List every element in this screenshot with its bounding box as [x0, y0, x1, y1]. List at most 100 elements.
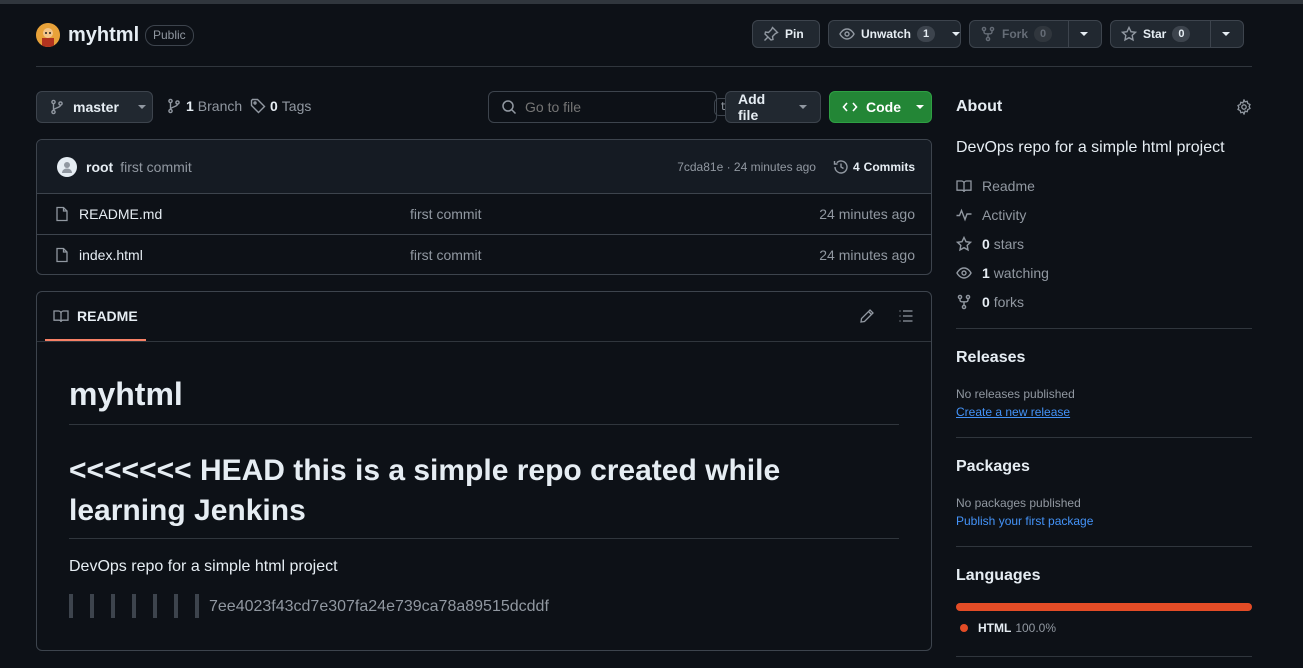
file-commit-message[interactable]: first commit [410, 206, 482, 222]
code-button[interactable]: Code [829, 91, 932, 123]
sidebar-divider [956, 328, 1252, 329]
tags-label: Tags [281, 98, 312, 114]
add-file-button[interactable]: Add file [725, 91, 821, 123]
caret-down-icon [1221, 29, 1231, 39]
caret-down-icon [915, 102, 925, 112]
sidebar-divider [956, 656, 1252, 657]
tag-icon [250, 98, 266, 114]
caret-down-icon [1079, 29, 1089, 39]
history-icon [833, 159, 849, 175]
star-icon [1121, 26, 1137, 42]
pulse-icon [956, 207, 972, 223]
releases-title[interactable]: Releases [956, 349, 1025, 367]
unwatch-dropdown[interactable] [943, 21, 969, 47]
star-count: 0 [1172, 26, 1191, 42]
sidebar-divider [956, 437, 1252, 438]
file-commit-message[interactable]: first commit [410, 247, 482, 263]
branches-count: 1 [186, 98, 194, 114]
language-bar [956, 603, 1252, 611]
language-dot [960, 624, 968, 632]
gear-icon[interactable] [1236, 99, 1252, 115]
about-description: DevOps repo for a simple html project [956, 139, 1225, 156]
star-button[interactable]: Star 0 [1110, 20, 1244, 48]
watching-count: 1 [982, 265, 990, 281]
file-row[interactable]: README.md first commit 24 minutes ago [37, 193, 931, 234]
readme-link[interactable]: Readme [956, 178, 1035, 194]
commits-label: Commits [863, 159, 915, 174]
readme-panel: README myhtml <<<<<<< HEAD this is a sim… [36, 291, 932, 651]
commit-hash-time[interactable]: 7cda81e · 24 minutes ago [677, 160, 816, 174]
file-time: 24 minutes ago [819, 247, 915, 263]
forks-count: 0 [982, 294, 990, 310]
commits-link[interactable]: 4 Commits [833, 159, 915, 175]
commit-author-avatar[interactable] [57, 156, 77, 177]
latest-commit-bar: root first commit 7cda81e · 24 minutes a… [37, 140, 931, 193]
activity-link-label: Activity [982, 207, 1027, 223]
tags-link[interactable]: 0 Tags [250, 98, 311, 114]
book-icon [53, 308, 69, 324]
readme-heading-2: <<<<<<< HEAD this is a simple repo creat… [69, 454, 781, 527]
watching-label: watching [993, 265, 1049, 281]
unwatch-label: Unwatch [861, 27, 912, 41]
star-label: Star [1143, 27, 1167, 41]
fork-dropdown[interactable] [1069, 21, 1099, 47]
readme-tab[interactable]: README [45, 292, 146, 341]
search-input[interactable] [525, 99, 706, 115]
unwatch-button[interactable]: Unwatch 1 [828, 20, 961, 48]
eye-icon [839, 26, 855, 42]
language-percent: 100.0% [1015, 621, 1057, 635]
file-icon [54, 206, 70, 222]
code-label: Code [866, 99, 901, 115]
git-branch-icon [166, 98, 182, 114]
stars-count: 0 [982, 236, 990, 252]
branches-link[interactable]: 1 Branch [166, 98, 242, 114]
branch-selector[interactable]: master [36, 91, 153, 123]
file-table: root first commit 7cda81e · 24 minutes a… [36, 139, 932, 275]
language-name: HTML [978, 621, 1012, 635]
pin-icon [763, 26, 779, 42]
branches-label: Branch [197, 98, 243, 114]
watching-link[interactable]: 1 watching [956, 265, 1049, 281]
file-icon [54, 247, 70, 263]
tags-count: 0 [270, 98, 278, 114]
commit-message[interactable]: first commit [120, 159, 192, 175]
heading-underline [69, 424, 899, 425]
readme-hash: 7ee4023f43cd7e307fa24e739ca78a89515dcddf [209, 598, 549, 615]
watch-count: 1 [917, 26, 936, 42]
readme-link-label: Readme [982, 178, 1035, 194]
header-divider [36, 66, 1252, 67]
stars-link[interactable]: 0 stars [956, 236, 1024, 252]
visibility-badge: Public [145, 25, 194, 46]
file-row[interactable]: index.html first commit 24 minutes ago [37, 234, 931, 274]
readme-paragraph: DevOps repo for a simple html project [69, 558, 338, 575]
forks-label: forks [993, 294, 1025, 310]
pin-button[interactable]: Pin [752, 20, 820, 48]
readme-tab-label: README [77, 307, 138, 324]
commit-author[interactable]: root [86, 159, 113, 175]
outline-list-icon[interactable] [898, 308, 914, 324]
edit-pencil-icon[interactable] [859, 308, 875, 324]
fork-button[interactable]: Fork 0 [969, 20, 1102, 48]
language-bar-html [956, 603, 1252, 611]
publish-package-link[interactable]: Publish your first package [956, 514, 1093, 528]
git-branch-icon [49, 99, 65, 115]
activity-link[interactable]: Activity [956, 207, 1026, 223]
search-icon [501, 99, 517, 115]
branch-name: master [73, 99, 119, 115]
heading-underline [69, 538, 899, 539]
caret-down-icon [137, 102, 147, 112]
forks-link[interactable]: 0 forks [956, 294, 1024, 310]
create-release-link[interactable]: Create a new release [956, 405, 1070, 419]
repo-name[interactable]: myhtml [68, 24, 139, 47]
fork-label: Fork [1002, 27, 1029, 41]
file-name[interactable]: README.md [79, 206, 162, 222]
go-to-file-search[interactable]: t [488, 91, 734, 123]
star-dropdown[interactable] [1211, 21, 1241, 47]
packages-title[interactable]: Packages [956, 458, 1030, 476]
releases-empty: No releases published [956, 387, 1075, 401]
file-name[interactable]: index.html [79, 247, 143, 263]
owner-avatar[interactable] [36, 23, 60, 47]
blockquote-bars: | | | | | | | [69, 594, 199, 618]
language-item[interactable]: HTML 100.0% [960, 621, 1056, 635]
eye-icon [956, 265, 972, 281]
